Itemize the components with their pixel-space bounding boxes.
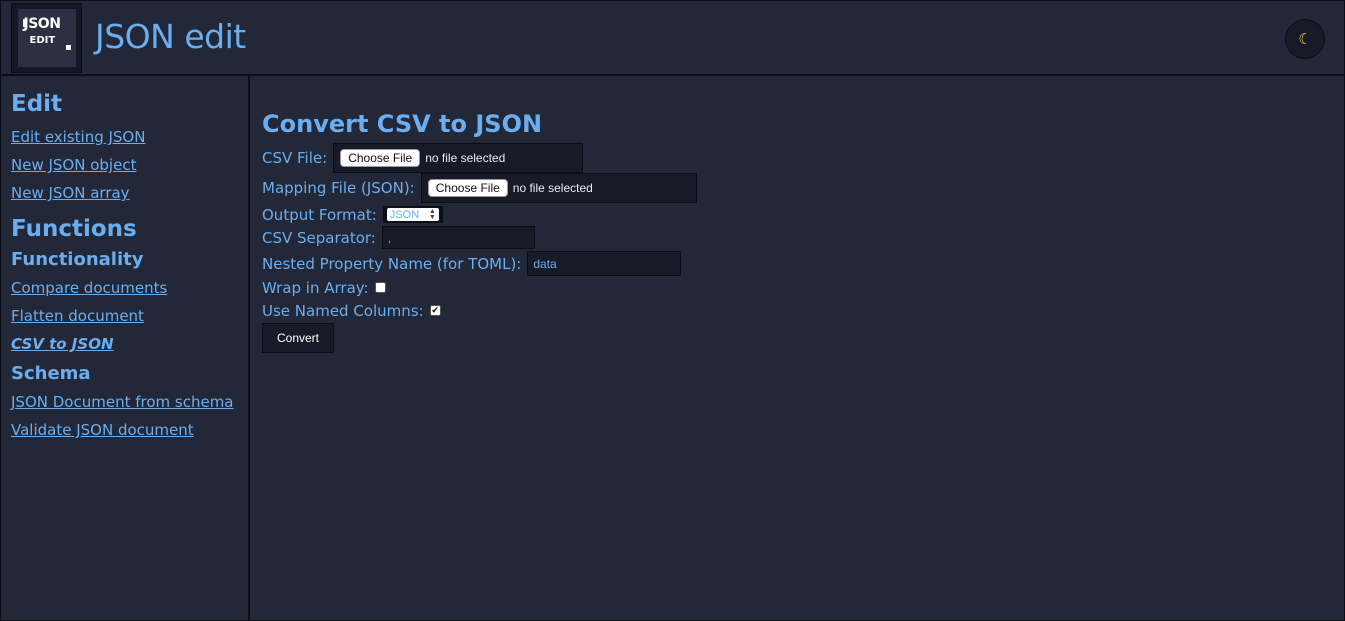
checkmark-icon: ✔ bbox=[431, 305, 439, 316]
sidebar-link-flatten-document[interactable]: Flatten document bbox=[11, 306, 248, 326]
wrap-in-array-row: Wrap in Array: bbox=[262, 276, 1344, 299]
moon-icon: ☾ bbox=[1298, 30, 1312, 48]
sidebar-heading-functions: Functions bbox=[11, 216, 137, 242]
csv-separator-input[interactable]: , bbox=[381, 226, 535, 249]
output-format-label: Output Format: bbox=[262, 205, 377, 224]
sidebar-heading-schema: Schema bbox=[11, 363, 91, 384]
csv-file-input[interactable]: Choose File no file selected bbox=[333, 143, 584, 173]
sidebar-heading-functionality: Functionality bbox=[11, 249, 144, 270]
sidebar-link-csv-to-json[interactable]: CSV to JSON bbox=[11, 334, 248, 354]
use-named-columns-checkbox[interactable]: ✔ bbox=[429, 305, 441, 316]
sidebar-link-compare-documents[interactable]: Compare documents bbox=[11, 278, 248, 298]
mapping-file-label: Mapping File (JSON): bbox=[262, 179, 415, 197]
app-window: JSON EDIT JSON edit ☾ Edit Edit existing… bbox=[0, 0, 1345, 621]
csv-no-file-text: no file selected bbox=[425, 151, 506, 165]
sidebar-link-json-document-from-schema[interactable]: JSON Document from schema bbox=[11, 392, 248, 412]
output-format-row: Output Format: JSON ▲ ▼ bbox=[262, 203, 1344, 226]
mapping-file-row: Mapping File (JSON): Choose File no file… bbox=[262, 173, 1344, 203]
csv-separator-label: CSV Separator: bbox=[262, 228, 376, 247]
logo[interactable]: JSON EDIT bbox=[11, 3, 82, 73]
csv-separator-row: CSV Separator: , bbox=[262, 226, 1344, 249]
convert-button[interactable]: Convert bbox=[262, 323, 334, 353]
use-named-columns-row: Use Named Columns: ✔ bbox=[262, 299, 1344, 322]
sidebar-link-edit-existing-json[interactable]: Edit existing JSON bbox=[11, 127, 248, 147]
logo-text-bottom: EDIT bbox=[29, 35, 56, 46]
select-arrows-icon: ▲ ▼ bbox=[428, 207, 436, 221]
mapping-choose-file-button[interactable]: Choose File bbox=[427, 179, 508, 197]
nested-property-input[interactable]: data bbox=[527, 251, 682, 276]
output-format-select-inner: JSON ▲ ▼ bbox=[386, 207, 439, 221]
header: JSON EDIT JSON edit ☾ bbox=[1, 1, 1344, 76]
output-format-select[interactable]: JSON ▲ ▼ bbox=[382, 206, 443, 223]
logo-icon: JSON EDIT bbox=[17, 9, 76, 67]
sidebar-heading-edit: Edit bbox=[11, 91, 63, 117]
sidebar-link-new-json-array[interactable]: New JSON array bbox=[11, 183, 248, 203]
app-title: JSON edit bbox=[95, 17, 246, 56]
theme-toggle-button[interactable]: ☾ bbox=[1285, 19, 1325, 59]
use-named-columns-label: Use Named Columns: bbox=[262, 301, 424, 320]
mapping-no-file-text: no file selected bbox=[512, 181, 593, 195]
main-content: Convert CSV to JSON CSV File: Choose Fil… bbox=[252, 76, 1344, 621]
logo-text-top: JSON bbox=[23, 16, 61, 32]
nested-property-label: Nested Property Name (for TOML): bbox=[262, 254, 522, 273]
sidebar: Edit Edit existing JSON New JSON object … bbox=[1, 76, 250, 621]
wrap-in-array-checkbox[interactable] bbox=[374, 282, 386, 293]
csv-file-row: CSV File: Choose File no file selected bbox=[262, 143, 1344, 173]
mapping-file-input[interactable]: Choose File no file selected bbox=[420, 173, 697, 203]
sidebar-link-validate-json-document[interactable]: Validate JSON document bbox=[11, 420, 248, 440]
csv-file-label: CSV File: bbox=[262, 149, 328, 167]
nested-property-row: Nested Property Name (for TOML): data bbox=[262, 251, 1344, 276]
sidebar-link-new-json-object[interactable]: New JSON object bbox=[11, 155, 248, 175]
logo-corner bbox=[65, 45, 71, 50]
wrap-in-array-label: Wrap in Array: bbox=[262, 278, 369, 297]
output-format-value: JSON bbox=[389, 208, 420, 221]
csv-choose-file-button[interactable]: Choose File bbox=[340, 149, 421, 167]
page-title: Convert CSV to JSON bbox=[262, 110, 543, 138]
